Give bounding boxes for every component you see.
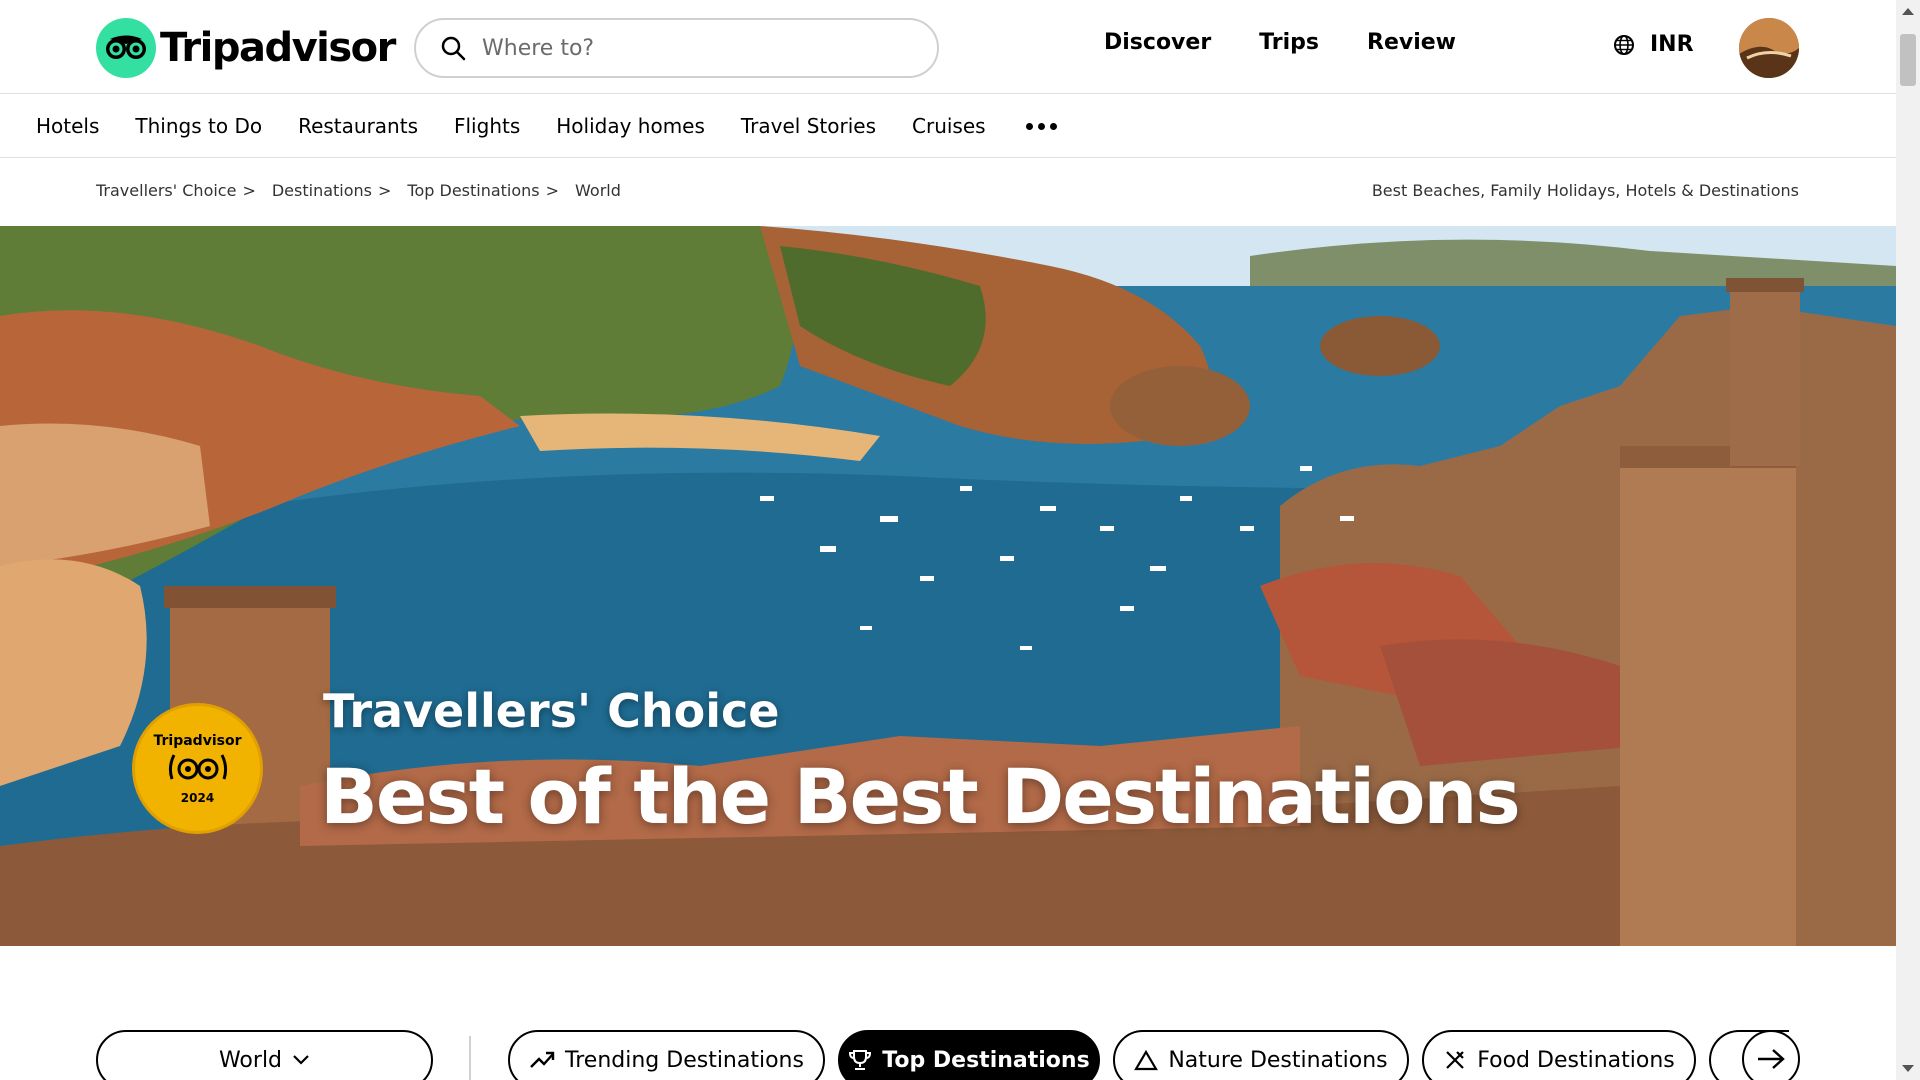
breadcrumb-separator: >: [378, 181, 392, 200]
breadcrumb-item[interactable]: Top Destinations: [407, 181, 539, 200]
category-nav: Hotels Things to Do Restaurants Flights …: [0, 95, 1896, 158]
tab-food-destinations[interactable]: Food Destinations: [1422, 1030, 1696, 1080]
trend-up-icon: [530, 1051, 555, 1068]
tab-top-destinations[interactable]: Top Destinations: [838, 1030, 1100, 1080]
region-dropdown[interactable]: World: [96, 1030, 433, 1080]
top-header: Tripadvisor Discover Trips Review INR: [0, 0, 1896, 94]
brand-name: Tripadvisor: [160, 25, 396, 71]
utensils-icon: [1446, 1051, 1465, 1069]
hero-subtitle: Travellers' Choice: [323, 684, 780, 738]
next-tabs-button[interactable]: [1742, 1030, 1800, 1080]
top-nav: Discover Trips Review: [1104, 30, 1456, 55]
search-bar[interactable]: [414, 18, 939, 78]
more-icon[interactable]: [1025, 122, 1057, 130]
nav-trips[interactable]: Trips: [1259, 30, 1319, 55]
tab-label: Food Destinations: [1477, 1047, 1675, 1073]
badge-year: 2024: [180, 790, 215, 805]
nav-things-to-do[interactable]: Things to Do: [135, 114, 262, 138]
owl-laurel-icon: [168, 753, 227, 779]
globe-icon: [1614, 34, 1634, 55]
nav-review[interactable]: Review: [1367, 30, 1456, 55]
tab-label: Top Destinations: [882, 1047, 1090, 1073]
filter-bar: World Trending Destinations Top Destinat…: [0, 1030, 1896, 1080]
scroll-thumb[interactable]: [1900, 34, 1916, 86]
hero-title: Best of the Best Destinations: [320, 752, 1521, 841]
nav-holiday-homes[interactable]: Holiday homes: [556, 114, 705, 138]
breadcrumb-current: World: [575, 181, 621, 200]
search-icon: [441, 36, 466, 61]
breadcrumb: Travellers' Choice > Destinations > Top De…: [96, 181, 621, 200]
scroll-down-icon[interactable]: [1902, 1065, 1914, 1072]
trophy-icon: [849, 1050, 872, 1070]
breadcrumb-item[interactable]: Travellers' Choice: [96, 181, 236, 200]
nav-travel-stories[interactable]: Travel Stories: [741, 114, 876, 138]
nav-flights[interactable]: Flights: [454, 114, 520, 138]
nav-restaurants[interactable]: Restaurants: [298, 114, 418, 138]
breadcrumb-separator: >: [545, 181, 560, 200]
region-label: World: [218, 1047, 283, 1073]
travellers-choice-badge: Tripadvisor 2024: [132, 703, 263, 834]
chevron-down-icon: [293, 1055, 309, 1065]
arrow-right-icon: [1758, 1049, 1785, 1069]
user-avatar[interactable]: [1739, 18, 1799, 78]
tripadvisor-logo[interactable]: Tripadvisor: [96, 18, 396, 78]
breadcrumb-item[interactable]: Destinations: [272, 181, 372, 200]
owl-logo-icon: [96, 18, 156, 78]
breadcrumb-separator: >: [242, 181, 256, 200]
scroll-up-icon[interactable]: [1902, 8, 1914, 15]
mountain-icon: [1134, 1049, 1159, 1071]
currency-label: INR: [1650, 32, 1694, 57]
tab-nature-destinations[interactable]: Nature Destinations: [1113, 1030, 1409, 1080]
search-input[interactable]: [482, 35, 902, 61]
badge-brand: Tripadvisor: [153, 732, 242, 749]
page-scrollbar[interactable]: [1896, 0, 1920, 1080]
tab-label: Nature Destinations: [1168, 1047, 1388, 1073]
tab-trending-destinations[interactable]: Trending Destinations: [508, 1030, 825, 1080]
filter-divider: [469, 1036, 471, 1080]
nav-cruises[interactable]: Cruises: [912, 114, 986, 138]
seo-tagline: Best Beaches, Family Holidays, Hotels & …: [1371, 181, 1799, 200]
hero-banner: Tripadvisor 2024 Travellers' Choice Best…: [0, 226, 1896, 946]
currency-selector[interactable]: INR: [1612, 32, 1694, 57]
tab-label: Trending Destinations: [565, 1047, 804, 1073]
nav-discover[interactable]: Discover: [1104, 30, 1211, 55]
nav-hotels[interactable]: Hotels: [36, 114, 99, 138]
